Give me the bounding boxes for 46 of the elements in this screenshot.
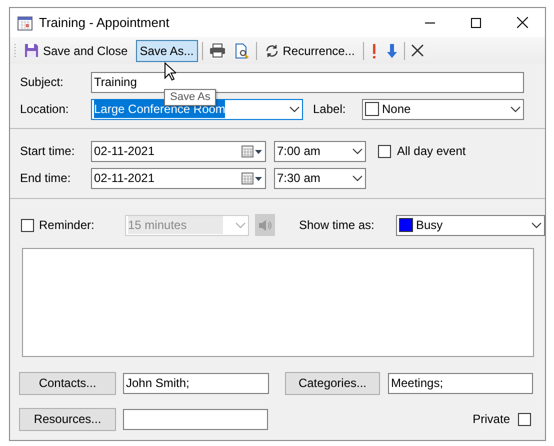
save-as-button[interactable]: Save As... [136,40,198,62]
location-combo[interactable]: Large Conference Room [91,98,303,120]
resources-field[interactable] [123,408,268,430]
reminder-label: Reminder: [39,217,96,234]
time-combo[interactable]: 7:30 am [274,168,366,188]
speaker-icon [258,218,272,232]
label-label: Label: [313,101,347,118]
show-time-as-label: Show time as: [299,217,376,234]
notes-field[interactable] [22,248,534,357]
chevron-down-icon [352,174,363,182]
all-day-checkbox[interactable] [378,144,391,158]
end-time-label: End time: [19,170,72,187]
categories-field[interactable]: Meetings; [388,372,533,394]
save-and-close-button[interactable]: Save and Close [20,40,132,62]
private-label: Private [472,411,510,428]
date-field[interactable]: 02-11-2021 [91,168,266,188]
start-time-label: Start time: [19,143,76,160]
mouse-pointer-icon [164,62,176,81]
label-combo[interactable]: None [362,98,524,120]
subject-field[interactable]: Training [91,72,524,92]
time-combo[interactable]: 7:00 am [274,140,366,162]
resources-button[interactable]: Resources... [19,408,116,430]
location-label: Location: [19,101,70,118]
chevron-down-icon [531,222,542,228]
subject-label: Subject: [19,74,64,91]
save-icon [24,43,39,58]
chevron-down-icon [289,106,300,112]
chevron-down-icon [235,222,246,228]
recurrence-button[interactable]: Recurrence... [260,40,359,62]
window-title: Training - Appointment [39,14,170,32]
calendar-icon [17,14,33,30]
calendar-dropdown-icon[interactable] [241,172,263,184]
private-checkbox[interactable] [518,412,531,426]
date-field[interactable]: 02-11-2021 [91,140,266,162]
show-time-as-combo[interactable]: Busy [396,214,545,236]
calendar-dropdown-icon[interactable] [241,144,263,158]
tooltip: Save As [164,89,216,106]
maximize-icon [471,18,481,28]
contacts-field[interactable]: John Smith; [123,372,269,394]
contacts-button[interactable]: Contacts... [19,372,116,394]
recurrence-icon [264,44,279,58]
chevron-down-icon [510,106,521,112]
categories-button[interactable]: Categories... [285,372,380,394]
chevron-down-icon [352,148,363,154]
close-icon [516,17,528,28]
all-day-label: All day event [397,143,466,160]
